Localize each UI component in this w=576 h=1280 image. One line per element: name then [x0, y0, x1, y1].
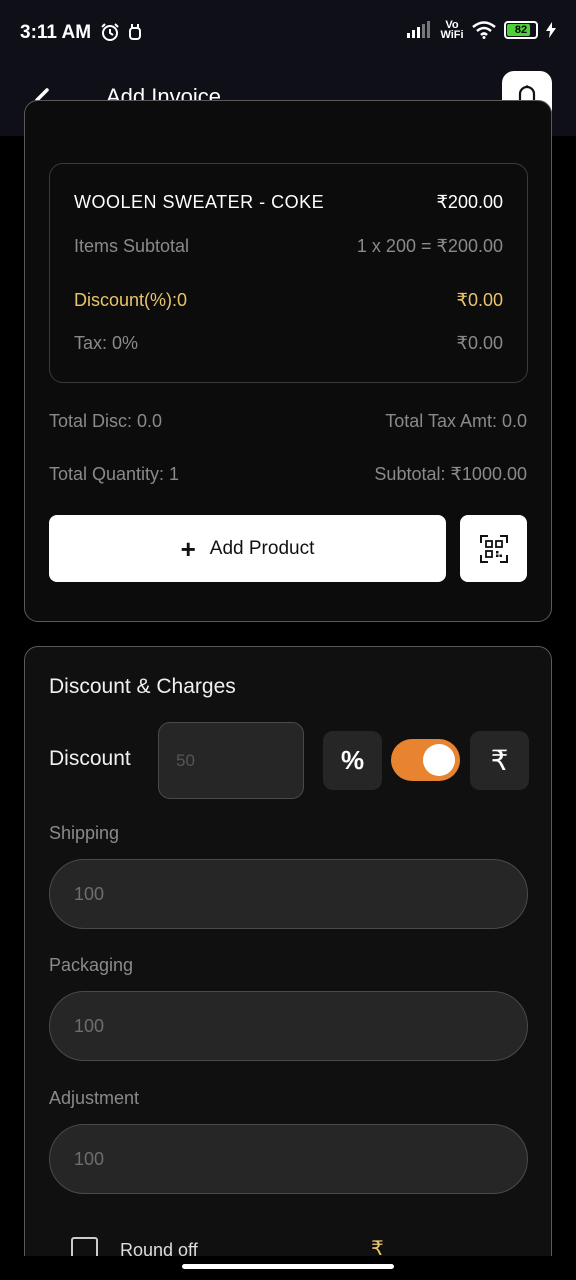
rupee-button[interactable]: ₹ [470, 731, 529, 790]
product-name: WOOLEN SWEATER - COKE [74, 192, 325, 212]
wifi-icon [472, 21, 496, 39]
discount-type-toggle[interactable] [391, 739, 460, 781]
charging-icon [546, 22, 556, 38]
product-tax-label: Tax: 0% [74, 333, 139, 353]
shipping-value: 100 [74, 883, 105, 904]
discount-placeholder: 50 [176, 750, 195, 770]
product-line-card[interactable]: WOOLEN SWEATER - COKE ₹200.00 Items Subt… [49, 163, 528, 383]
status-bar: 3:11 AM Vo WiFi 82 [0, 0, 576, 64]
shipping-input[interactable]: 100 [49, 859, 528, 929]
rupee-icon: ₹ [490, 745, 509, 776]
battery-indicator: 82 [504, 21, 538, 39]
usb-icon [129, 24, 141, 40]
total-tax-amount: Total Tax Amt: 0.0 [385, 411, 527, 431]
packaging-label: Packaging [49, 955, 134, 975]
add-product-button[interactable]: + Add Product [49, 515, 446, 582]
signal-icon [407, 21, 430, 38]
packaging-value: 100 [74, 1015, 105, 1036]
product-discount-value: ₹0.00 [456, 290, 504, 310]
shipping-label: Shipping [49, 823, 120, 843]
adjustment-value: 100 [74, 1148, 105, 1169]
invoice-items-card: WOOLEN SWEATER - COKE ₹200.00 Items Subt… [24, 100, 552, 622]
status-time: 3:11 AM [20, 22, 92, 43]
adjustment-label: Adjustment [49, 1088, 140, 1108]
scan-qr-button[interactable] [460, 515, 527, 582]
subtotal: Subtotal: ₹1000.00 [374, 464, 527, 484]
vowifi-indicator: Vo WiFi [440, 19, 464, 41]
home-indicator[interactable] [182, 1264, 394, 1269]
percent-button[interactable]: % [323, 731, 382, 790]
percent-icon: % [340, 745, 365, 775]
product-price: ₹200.00 [436, 192, 503, 212]
qr-scan-icon [479, 534, 508, 563]
total-quantity: Total Quantity: 1 [49, 464, 180, 484]
discount-charges-card: Discount & Charges Discount 50 % ₹ Shipp… [24, 646, 552, 1280]
alarm-icon [101, 23, 119, 41]
items-subtotal-value: 1 x 200 = ₹200.00 [356, 236, 503, 256]
total-discount: Total Disc: 0.0 [49, 411, 163, 431]
discount-input[interactable]: 50 [158, 722, 304, 799]
toggle-knob [423, 744, 455, 776]
product-discount-label: Discount(%):0 [74, 290, 188, 310]
product-tax-value: ₹0.00 [456, 333, 504, 353]
discount-label: Discount [49, 747, 131, 770]
add-product-label: Add Product [209, 537, 315, 559]
plus-icon: + [180, 533, 196, 564]
section-title: Discount & Charges [49, 675, 236, 698]
packaging-input[interactable]: 100 [49, 991, 528, 1061]
items-subtotal-label: Items Subtotal [74, 236, 190, 256]
adjustment-input[interactable]: 100 [49, 1124, 528, 1194]
